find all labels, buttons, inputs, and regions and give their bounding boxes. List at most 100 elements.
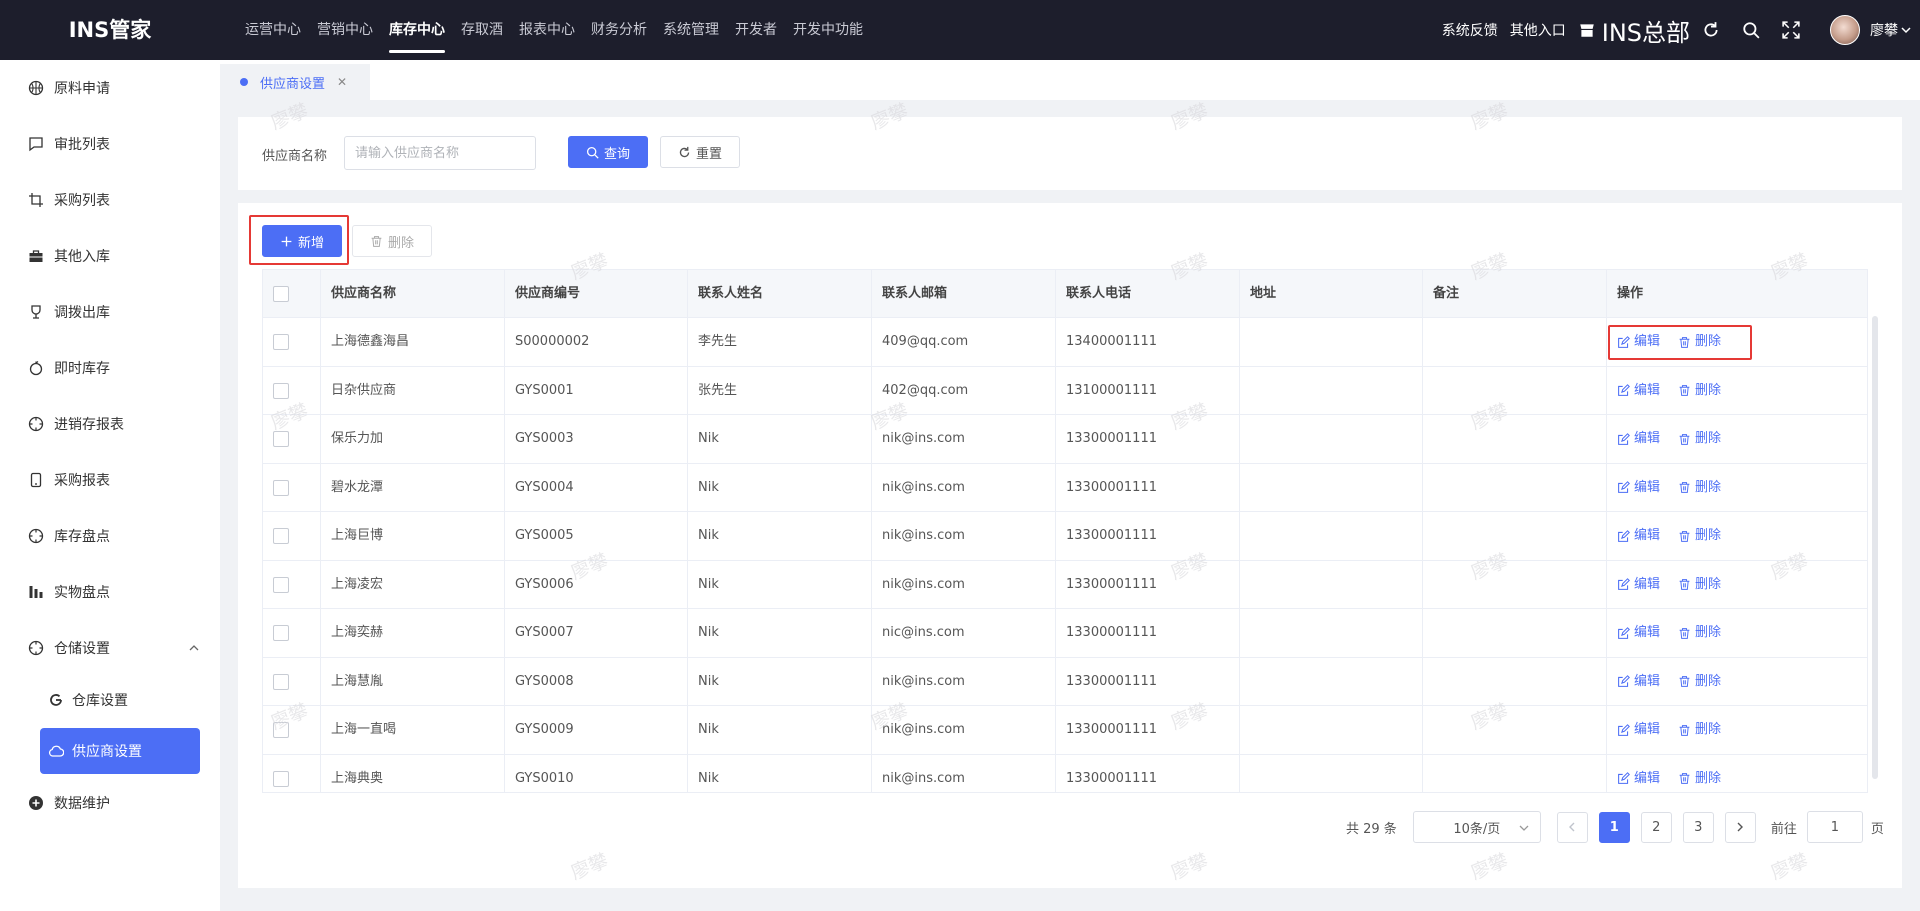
sidebar-sub-item-label: 供应商设置 bbox=[72, 744, 142, 760]
reset-button[interactable]: 重置 bbox=[660, 136, 740, 168]
sidebar-item-warehouse-settings[interactable]: 仓储设置 bbox=[0, 620, 220, 676]
top-nav-item-2[interactable]: 库存中心 bbox=[389, 0, 445, 60]
top-nav-item-6[interactable]: 系统管理 bbox=[663, 0, 719, 60]
edit-button[interactable]: 编辑 bbox=[1617, 318, 1660, 366]
top-nav-item-8[interactable]: 开发中功能 bbox=[793, 0, 863, 60]
row-checkbox[interactable] bbox=[273, 576, 289, 593]
delete-button[interactable]: 删除 bbox=[1678, 367, 1721, 415]
delete-button[interactable]: 删除 bbox=[1678, 415, 1721, 463]
sidebar-item-inventory-report[interactable]: 进销存报表 bbox=[0, 396, 220, 452]
sidebar-item-stock-check[interactable]: 库存盘点 bbox=[0, 508, 220, 564]
actions-cell: 编辑 删除 bbox=[1607, 658, 1867, 706]
goto-label: 前往 bbox=[1770, 821, 1797, 837]
top-nav-item-1[interactable]: 营销中心 bbox=[317, 0, 373, 60]
org-name[interactable]: INS总部 bbox=[1602, 13, 1690, 48]
select-all-checkbox[interactable] bbox=[273, 286, 289, 302]
row-checkbox[interactable] bbox=[273, 382, 289, 399]
top-nav-item-3[interactable]: 存取酒 bbox=[461, 0, 503, 60]
sidebar-item-approval-list[interactable]: 审批列表 bbox=[0, 116, 220, 172]
sidebar-item-transfer-outbound[interactable]: 调拨出库 bbox=[0, 284, 220, 340]
top-nav-item-7[interactable]: 开发者 bbox=[735, 0, 777, 60]
delete-button[interactable]: 删除 bbox=[1678, 561, 1721, 609]
edit-button[interactable]: 编辑 bbox=[1617, 561, 1660, 609]
delete-button[interactable]: 删除 bbox=[1678, 755, 1721, 793]
batch-delete-button[interactable]: 删除 bbox=[352, 225, 432, 257]
edit-button[interactable]: 编辑 bbox=[1617, 706, 1660, 754]
chevron-down-icon[interactable] bbox=[1900, 24, 1912, 36]
top-nav-item-0[interactable]: 运营中心 bbox=[245, 0, 301, 60]
row-checkbox[interactable] bbox=[273, 528, 289, 544]
add-button[interactable]: 新增 bbox=[262, 225, 342, 257]
tab-supplier-settings[interactable]: 供应商设置 ✕ bbox=[220, 64, 370, 100]
actions-cell: 编辑 删除 bbox=[1607, 609, 1867, 657]
edit-label: 编辑 bbox=[1634, 479, 1661, 495]
row-checkbox[interactable] bbox=[273, 479, 289, 496]
row-checkbox[interactable] bbox=[273, 673, 289, 690]
top-bar: INS管家 运营中心 营销中心 库存中心 存取酒 报表中心 财务分析 系统管理 开发者 开发中功… bbox=[0, 0, 1920, 60]
avatar[interactable] bbox=[1830, 15, 1860, 45]
delete-button[interactable]: 删除 bbox=[1678, 658, 1721, 706]
user-name[interactable]: 廖攀 bbox=[1870, 20, 1898, 40]
next-page-button[interactable] bbox=[1724, 811, 1756, 843]
top-nav-item-5[interactable]: 财务分析 bbox=[591, 0, 647, 60]
delete-button[interactable]: 删除 bbox=[1678, 318, 1721, 366]
sidebar-item-physical-check[interactable]: 实物盘点 bbox=[0, 564, 220, 620]
edit-icon bbox=[1618, 675, 1630, 687]
row-checkbox[interactable] bbox=[273, 334, 289, 350]
edit-button[interactable]: 编辑 bbox=[1617, 755, 1660, 793]
fullscreen-icon[interactable] bbox=[1782, 21, 1800, 39]
top-nav-item-4[interactable]: 报表中心 bbox=[519, 0, 575, 60]
sidebar-sub-item-warehouse[interactable]: 仓库设置 bbox=[40, 677, 200, 723]
table-cell: 13300001111 bbox=[1056, 463, 1240, 512]
feedback-link[interactable]: 系统反馈 bbox=[1442, 20, 1498, 40]
sidebar-item-realtime-stock[interactable]: 即时库存 bbox=[0, 340, 220, 396]
table-scrollbar[interactable] bbox=[1872, 316, 1878, 779]
edit-button[interactable]: 编辑 bbox=[1617, 609, 1660, 657]
sidebar-sub-item-supplier[interactable]: 供应商设置 bbox=[40, 728, 200, 774]
row-checkbox[interactable] bbox=[273, 722, 289, 738]
app-logo[interactable]: INS管家 bbox=[0, 0, 220, 60]
search-icon[interactable] bbox=[1742, 21, 1760, 39]
page-size-select[interactable]: 10条/页 bbox=[1412, 811, 1541, 843]
delete-button[interactable]: 删除 bbox=[1678, 609, 1721, 657]
row-select-cell bbox=[263, 463, 321, 512]
row-checkbox[interactable] bbox=[273, 625, 289, 641]
other-entry-link[interactable]: 其他入口 bbox=[1510, 20, 1566, 40]
page-button-2[interactable]: 2 bbox=[1640, 811, 1672, 843]
row-checkbox[interactable] bbox=[273, 431, 289, 447]
edit-button[interactable]: 编辑 bbox=[1617, 658, 1660, 706]
basketball-icon bbox=[28, 80, 44, 96]
delete-button[interactable]: 删除 bbox=[1678, 464, 1721, 512]
query-button[interactable]: 查询 bbox=[568, 136, 648, 168]
goto-page-input[interactable] bbox=[1806, 811, 1863, 843]
actions-cell: 编辑 删除 bbox=[1607, 415, 1867, 463]
page-button-3[interactable]: 3 bbox=[1682, 811, 1714, 843]
row-checkbox[interactable] bbox=[273, 770, 289, 787]
page-button-1[interactable]: 1 bbox=[1598, 811, 1630, 843]
sidebar-item-data-maintenance[interactable]: 数据维护 bbox=[0, 775, 220, 831]
active-dot bbox=[240, 78, 248, 86]
delete-button[interactable]: 删除 bbox=[1678, 706, 1721, 754]
trash-icon bbox=[1679, 773, 1690, 784]
close-icon[interactable]: ✕ bbox=[337, 75, 347, 89]
refresh-icon[interactable] bbox=[1702, 21, 1720, 39]
table-cell bbox=[1240, 415, 1423, 463]
chevron-left-icon bbox=[1569, 822, 1575, 832]
edit-button[interactable]: 编辑 bbox=[1617, 464, 1660, 512]
edit-button[interactable]: 编辑 bbox=[1617, 367, 1660, 415]
edit-button[interactable]: 编辑 bbox=[1617, 415, 1660, 463]
sidebar-item-purchase-report[interactable]: 采购报表 bbox=[0, 452, 220, 508]
reset-button-label: 重置 bbox=[695, 146, 722, 162]
sidebar-item-purchase-list[interactable]: 采购列表 bbox=[0, 172, 220, 228]
table-cell: GYS0008 bbox=[505, 657, 688, 706]
sidebar-item-material-request[interactable]: 原料申请 bbox=[0, 60, 220, 116]
delete-button[interactable]: 删除 bbox=[1678, 512, 1721, 560]
supplier-name-input[interactable] bbox=[344, 136, 536, 170]
table-row: 碧水龙潭 GYS0004 Nik nik@ins.com 13300001111 编辑 删除 bbox=[263, 463, 1867, 512]
sidebar-item-other-inbound[interactable]: 其他入库 bbox=[0, 228, 220, 284]
chevron-up-icon[interactable] bbox=[188, 642, 200, 654]
delete-label: 删除 bbox=[1695, 528, 1722, 543]
top-nav: 运营中心 营销中心 库存中心 存取酒 报表中心 财务分析 系统管理 开发者 开发中功能 bbox=[245, 0, 879, 60]
edit-button[interactable]: 编辑 bbox=[1617, 512, 1660, 560]
prev-page-button[interactable] bbox=[1556, 811, 1588, 843]
